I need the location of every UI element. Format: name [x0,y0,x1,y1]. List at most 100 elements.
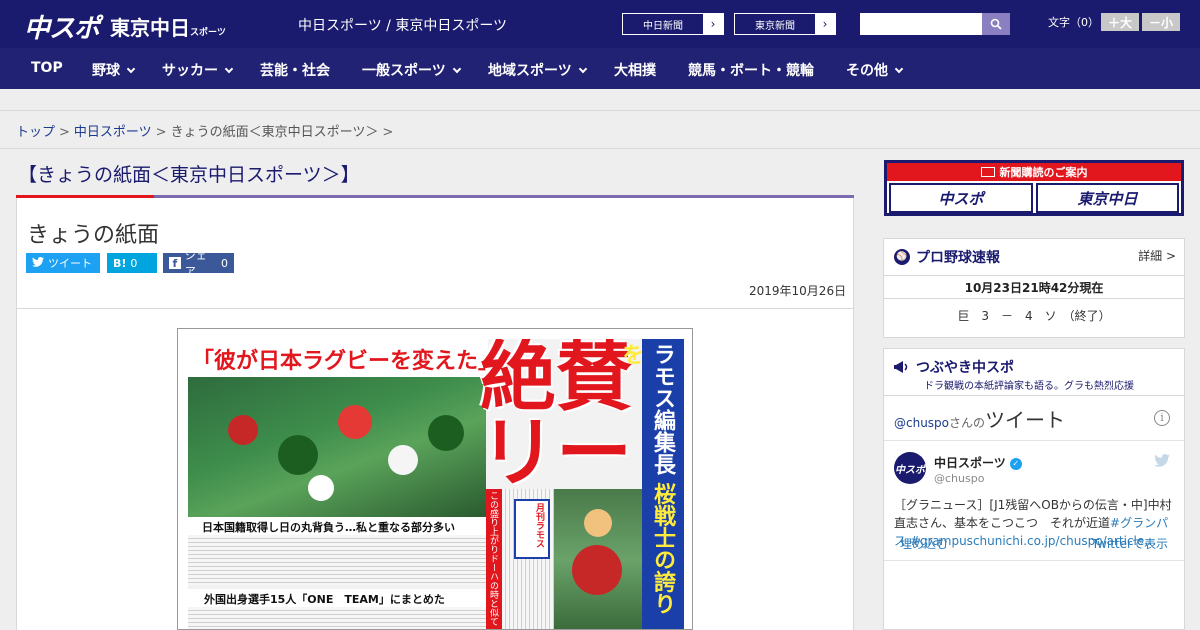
nav-general-sports[interactable]: 一般スポーツ [362,60,461,80]
facebook-count: 0 [221,256,228,270]
newspaper-headline: 「彼が日本ラグビーを変えた」 [188,339,500,377]
chunichi-shimbun-link[interactable]: 中日新聞 › [622,13,724,35]
newspaper-body-text [188,607,486,629]
newspaper-subheading-2: 外国出身選手15人「ONE TEAM」にまとめた [188,589,486,607]
nav-label: サッカー [162,63,218,79]
avatar[interactable]: 中スポ [894,452,926,484]
facebook-label: シェア [184,249,207,278]
chuspo-logo[interactable]: 中スポ [24,8,100,45]
subscribe-tokyo-chunichi-button[interactable]: 東京中日 [1036,183,1179,213]
baseball-score[interactable]: 巨 3 － 4 ソ （終了） [884,307,1184,324]
megaphone-icon [894,360,910,374]
nav-label: 野球 [92,63,120,79]
breadcrumb: トップ > 中日スポーツ > きょうの紙面＜東京中日スポーツ＞ > [0,111,1200,149]
font-larger-button[interactable]: ＋大 [1101,13,1139,31]
tokyo-chunichi-logo[interactable]: 東京中日スポーツ [110,12,226,41]
newspaper-front-page-image[interactable]: 「彼が日本ラグビーを変えた」 絶賛リーチ ラモス編集長 桜戦士の誇りを 日本国籍… [177,328,693,630]
nav-label: 芸能・社会 [260,63,330,79]
baseball-title-text: プロ野球速報 [916,250,1000,266]
nav-label: 競馬・ボート・競輪 [688,63,814,79]
subscribe-chuspo-button[interactable]: 中スポ [889,183,1033,213]
breadcrumb-separator: > [155,125,167,140]
baseball-update-time: 10月23日21時42分現在 [884,275,1184,299]
site-names: 中日スポーツ / 東京中日スポーツ [298,18,508,34]
rugby-photo [188,375,486,517]
tweet-author-name-text: 中日スポーツ [934,456,1006,470]
newspaper-red-column: この盛り上がりドーハの時と似て [486,489,502,629]
chevron-down-icon [452,64,461,74]
search-input[interactable] [860,13,982,35]
pro-baseball-widget: ⚾ プロ野球速報 詳細 > 10月23日21時42分現在 巨 3 － 4 ソ （… [883,238,1185,338]
rugby-ball [308,475,334,501]
chevron-down-icon [894,64,904,74]
nav-entertainment[interactable]: 芸能・社会 [260,60,330,80]
main-nav: TOP 野球 サッカー 芸能・社会 一般スポーツ 地域スポーツ 大相撲 競馬・ボ… [0,48,1200,89]
nav-baseball[interactable]: 野球 [92,60,136,80]
newspaper-vertical-title: ラモス編集長 桜戦士の誇りを [618,339,684,629]
nav-label: TOP [31,60,63,76]
breadcrumb-separator: > [382,125,394,140]
ext-link-label: 東京新聞 [755,20,795,32]
ext-link-label: 中日新聞 [643,20,683,32]
twitter-header-handle[interactable]: @chuspo [894,416,949,430]
hatena-icon: B! [113,256,127,270]
nav-label: 地域スポーツ [488,63,572,79]
font-smaller-button[interactable]: －小 [1142,13,1180,31]
verified-badge-icon: ✓ [1009,457,1022,470]
nav-label: 大相撲 [614,63,656,79]
twitter-bird-icon[interactable] [1154,454,1170,471]
page-heading: 【きょうの紙面＜東京中日スポーツ＞】 [18,164,360,186]
newspaper-subheading-1: 日本国籍取得し日の丸背負う…私と重なる部分多い [188,517,486,535]
subscription-banner[interactable]: 新聞購読のご案内 中スポ 東京中日 [884,160,1184,216]
nav-local-sports[interactable]: 地域スポーツ [488,60,587,80]
chevron-down-icon [578,64,587,74]
nav-soccer[interactable]: サッカー [162,60,234,80]
nav-sumo[interactable]: 大相撲 [614,60,656,80]
card-accent-red [16,195,154,198]
divider [884,560,1184,561]
chevron-right-icon: › [703,14,723,34]
player-figure [428,415,464,451]
tweet-button[interactable]: ツイート [26,253,100,273]
twitter-bird-icon [32,256,44,270]
nav-label: 一般スポーツ [362,63,446,79]
tokyo-logo-text: 東京中日 [110,16,190,40]
search-button[interactable] [982,13,1010,35]
twitter-header-tweet: ツイート [985,408,1066,432]
facebook-icon: f [169,257,181,270]
spacer-strip [0,89,1200,111]
tweet-author-handle[interactable]: @chuspo [934,472,984,485]
baseball-detail-link[interactable]: 詳細 > [1138,247,1176,264]
newspaper-icon [980,167,995,177]
chevron-down-icon [224,64,234,74]
tokyo-logo-small: スポーツ [190,28,226,38]
vertical-title-text: ラモス編集長 [650,343,675,475]
nav-racing[interactable]: 競馬・ボート・競輪 [688,60,814,80]
baseball-widget-title: ⚾ プロ野球速報 [894,247,1000,267]
article-date: 2019年10月26日 [749,284,847,298]
newspaper-inset-box: 月刊ラモス [514,499,550,559]
player-figure [388,445,418,475]
subscription-title-text: 新聞購読のご案内 [999,166,1088,179]
breadcrumb-chuspo[interactable]: 中日スポーツ [74,125,152,140]
view-on-twitter-link[interactable]: Twitterで表示 [1092,535,1168,552]
chevron-right-icon: › [815,14,835,34]
embed-link[interactable]: 埋め込む [900,535,948,552]
newspaper-content: 「彼が日本ラグビーを変えた」 絶賛リーチ ラモス編集長 桜戦士の誇りを 日本国籍… [188,339,684,629]
hatena-bookmark-button[interactable]: B! 0 [107,253,157,273]
info-icon[interactable]: i [1154,410,1170,426]
breadcrumb-current: きょうの紙面＜東京中日スポーツ＞ [170,125,379,140]
baseball-icon: ⚾ [894,249,910,265]
tweet-author-name[interactable]: 中日スポーツ ✓ [934,454,1022,471]
chevron-down-icon [126,64,136,74]
tweet-label: ツイート [48,257,92,270]
tokyo-shimbun-link[interactable]: 東京新聞 › [734,13,836,35]
nav-other[interactable]: その他 [846,60,904,80]
facebook-share-button[interactable]: f シェア 0 [163,249,234,278]
newspaper-photo-2 [554,489,642,629]
player-figure [338,405,372,439]
nav-top[interactable]: TOP [31,60,63,76]
breadcrumb-top[interactable]: トップ [16,125,55,140]
child-face [584,509,612,537]
divider [884,440,1184,441]
